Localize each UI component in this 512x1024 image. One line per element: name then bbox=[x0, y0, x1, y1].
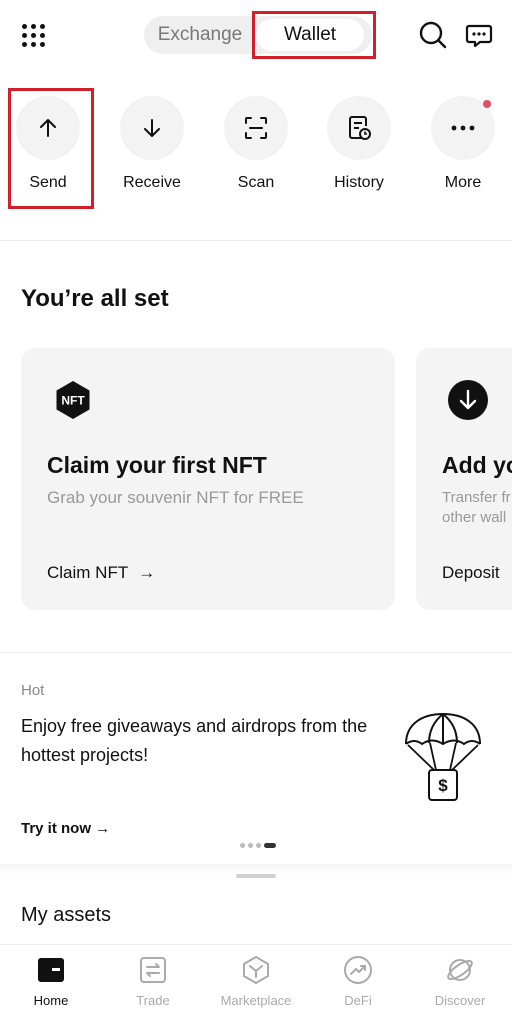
claim-nft-link[interactable]: Claim NFT → bbox=[47, 563, 155, 583]
scan-icon bbox=[224, 96, 288, 160]
top-bar: Exchange Wallet bbox=[0, 0, 512, 72]
sheet-grabber-handle[interactable] bbox=[236, 874, 276, 878]
arrow-down-icon bbox=[120, 96, 184, 160]
deposit-link[interactable]: Deposit bbox=[442, 563, 500, 583]
try-it-now-link[interactable]: Try it now → bbox=[21, 820, 110, 837]
receive-label: Receive bbox=[123, 174, 181, 191]
promo-text: Enjoy free giveaways and airdrops from t… bbox=[21, 716, 368, 765]
history-icon bbox=[327, 96, 391, 160]
nav-defi[interactable]: DeFi bbox=[308, 955, 408, 1008]
deposit-card[interactable]: Add yo Transfer fr other wall Deposit bbox=[416, 348, 512, 610]
tab-exchange[interactable]: Exchange bbox=[152, 16, 248, 54]
section-title-all-set: You’re all set bbox=[21, 285, 169, 312]
history-button[interactable]: History bbox=[314, 96, 404, 192]
scan-button[interactable]: Scan bbox=[211, 96, 301, 192]
card-subtitle: Transfer fr other wall bbox=[442, 488, 512, 528]
card-subtitle-line: other wall bbox=[442, 509, 507, 526]
nav-label: DeFi bbox=[344, 993, 372, 1008]
arrow-right-icon: → bbox=[138, 563, 156, 582]
carousel-pager[interactable] bbox=[240, 843, 279, 849]
planet-icon bbox=[445, 955, 475, 985]
nft-icon: NFT bbox=[53, 380, 93, 420]
trade-icon bbox=[138, 955, 168, 985]
card-title: Claim your first NFT bbox=[47, 452, 267, 478]
chat-icon[interactable] bbox=[464, 20, 494, 50]
pager-dot bbox=[240, 843, 245, 848]
nav-marketplace[interactable]: Marketplace bbox=[206, 955, 306, 1008]
svg-text:$: $ bbox=[438, 776, 448, 795]
nft-icon-text: NFT bbox=[61, 394, 85, 408]
history-label: History bbox=[334, 174, 384, 191]
notification-badge bbox=[483, 100, 491, 108]
apps-grid-icon[interactable] bbox=[20, 22, 48, 50]
divider bbox=[0, 240, 512, 241]
card-title: Add yo bbox=[442, 452, 512, 478]
defi-icon bbox=[343, 955, 373, 985]
marketplace-icon bbox=[241, 955, 271, 985]
claim-nft-label: Claim NFT bbox=[47, 563, 129, 582]
home-wallet-icon bbox=[36, 955, 66, 985]
nav-discover[interactable]: Discover bbox=[410, 955, 510, 1008]
more-icon bbox=[431, 96, 495, 160]
more-label: More bbox=[444, 174, 482, 191]
parachute-icon: $ bbox=[400, 710, 486, 806]
hot-tag: Hot bbox=[21, 682, 45, 699]
highlight-box-wallet bbox=[252, 11, 376, 59]
pager-dot bbox=[248, 843, 253, 848]
pager-dot bbox=[264, 843, 276, 848]
bottom-nav: Home Trade Marketplace DeFi Discover bbox=[0, 944, 512, 1024]
receive-button[interactable]: Receive bbox=[107, 96, 197, 192]
nav-label: Trade bbox=[136, 993, 170, 1008]
search-icon[interactable] bbox=[418, 20, 448, 50]
divider bbox=[0, 652, 512, 653]
nav-home[interactable]: Home bbox=[1, 955, 101, 1008]
pager-dot bbox=[256, 843, 261, 848]
sheet-shadow bbox=[0, 864, 512, 874]
scan-label: Scan bbox=[237, 174, 275, 191]
card-subtitle: Grab your souvenir NFT for FREE bbox=[47, 488, 304, 507]
nav-label: Marketplace bbox=[220, 993, 292, 1008]
highlight-box-send bbox=[8, 88, 94, 209]
more-button[interactable]: More bbox=[418, 96, 508, 192]
nav-label: Home bbox=[33, 993, 69, 1008]
claim-nft-card[interactable]: NFT Claim your first NFT Grab your souve… bbox=[21, 348, 395, 610]
card-subtitle-line: Transfer fr bbox=[442, 489, 511, 506]
nav-trade[interactable]: Trade bbox=[103, 955, 203, 1008]
my-assets-title: My assets bbox=[21, 904, 112, 926]
nav-label: Discover bbox=[434, 993, 486, 1008]
arrow-down-circle-icon bbox=[448, 380, 488, 420]
